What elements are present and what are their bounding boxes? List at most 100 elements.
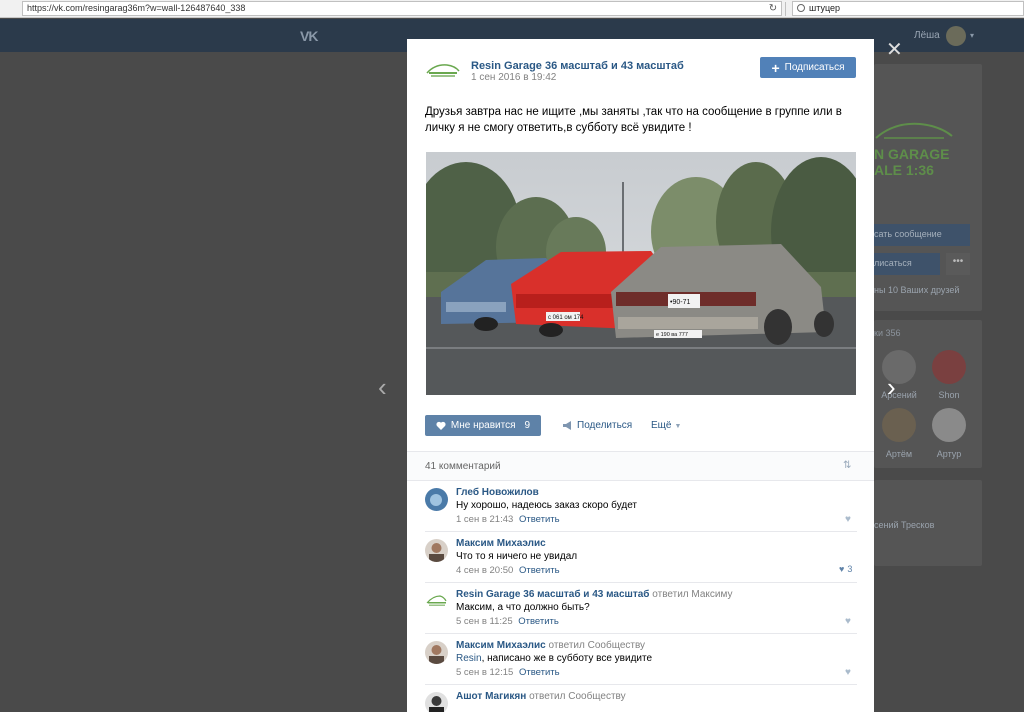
more-label: Ещё: [651, 420, 672, 431]
comment-time[interactable]: 5 сен в 11:25: [456, 616, 513, 627]
subscribers-count[interactable]: ки 356: [874, 328, 900, 338]
group-logo[interactable]: [425, 61, 461, 79]
chevron-right-icon[interactable]: ›: [887, 372, 896, 403]
comment-item: Максим Михаэлис ответил Сообществу Resin…: [425, 634, 857, 685]
subscribe-button[interactable]: + Подписаться: [760, 57, 856, 78]
friend-name[interactable]: Артём: [874, 449, 924, 459]
message-button[interactable]: сать сообщение: [874, 224, 970, 246]
contacts-card-background: сений Тресков: [874, 480, 982, 566]
like-button[interactable]: Мне нравится 9: [425, 415, 541, 436]
header-avatar[interactable]: [946, 26, 966, 46]
reply-link[interactable]: Ответить: [519, 667, 560, 678]
friend-name[interactable]: Арсений: [874, 390, 924, 400]
brand-line-1: N GARAGE: [874, 146, 950, 162]
mention-link[interactable]: Resin: [456, 653, 482, 664]
friend-avatar[interactable]: [932, 408, 966, 442]
comment-meta: 5 сен в 11:25 Ответить: [456, 616, 559, 627]
reply-link[interactable]: Ответить: [519, 514, 560, 525]
comment-author[interactable]: Resin Garage 36 масштаб и 43 масштаб отв…: [456, 589, 732, 600]
comment-author[interactable]: Максим Михаэлис ответил Сообществу: [456, 640, 645, 651]
share-button[interactable]: Поделиться: [562, 420, 632, 431]
reply-link[interactable]: Ответить: [518, 616, 559, 627]
group-name-link[interactable]: Resin Garage 36 масштаб и 43 масштаб: [471, 60, 684, 72]
reply-note: ответил Сообществу: [529, 691, 626, 702]
toolbar-divider: [785, 2, 786, 16]
comment-text: Ну хорошо, надеюсь заказ скоро будет: [456, 500, 638, 511]
group-brand-text: N GARAGE ALE 1:36: [874, 146, 949, 178]
browser-toolbar: https://vk.com/resingarag36m?w=wall-1264…: [0, 0, 1024, 18]
reload-icon[interactable]: ↻: [765, 2, 781, 16]
post-actions: Мне нравится 9 Поделиться Ещё ▼: [425, 415, 857, 437]
subscribe-label: Подписаться: [784, 62, 845, 73]
search-query: штуцер: [809, 3, 841, 13]
car-logo-icon: [875, 122, 953, 139]
avatar[interactable]: [425, 590, 448, 613]
vk-logo[interactable]: VK: [300, 28, 318, 44]
search-icon: [797, 4, 805, 12]
close-icon[interactable]: ✕: [886, 40, 903, 60]
chevron-down-icon[interactable]: ▾: [970, 31, 974, 40]
author-name[interactable]: Ашот Магикян: [456, 691, 526, 702]
header-username[interactable]: Лёша: [914, 30, 940, 41]
comments-count: 41 комментарий: [425, 461, 501, 472]
more-button[interactable]: Ещё ▼: [651, 420, 681, 431]
chevron-left-icon[interactable]: ‹: [378, 372, 387, 403]
browser-search-input[interactable]: штуцер: [792, 1, 1024, 16]
more-options-button[interactable]: •••: [946, 253, 970, 275]
friend-name[interactable]: Артур: [924, 449, 974, 459]
friend-name[interactable]: Shon: [924, 390, 974, 400]
plate-silver: •90-71: [670, 299, 690, 306]
chevron-down-icon: ▼: [674, 423, 682, 430]
plate-silver-2: е 190 ва 777: [656, 332, 688, 338]
post-photo[interactable]: с 061 ом 174 •90-71 е 190 ва 777: [426, 152, 856, 395]
heart-icon[interactable]: ♥: [845, 514, 851, 525]
sort-icon[interactable]: ⇅: [843, 460, 851, 471]
heart-icon: [436, 421, 446, 430]
comment-time[interactable]: 5 сен в 12:15: [456, 667, 513, 678]
comment-like-button[interactable]: ♥ 3: [839, 564, 852, 574]
author-name[interactable]: Resin Garage 36 масштаб и 43 масштаб: [456, 589, 649, 600]
heart-icon[interactable]: ♥: [845, 667, 851, 678]
friend-avatar[interactable]: [932, 350, 966, 384]
comment-item: Глеб Новожилов Ну хорошо, надеюсь заказ …: [425, 481, 857, 532]
avatar[interactable]: [425, 488, 448, 511]
comment-text: Что то я ничего не увидал: [456, 551, 578, 562]
comment-meta: 4 сен в 20:50 Ответить: [456, 565, 560, 576]
comment-like-count: 3: [847, 564, 853, 574]
avatar[interactable]: [425, 641, 448, 664]
comment-author[interactable]: Глеб Новожилов: [456, 487, 539, 498]
comment-author[interactable]: Максим Михаэлис: [456, 538, 546, 549]
reply-note: ответил Сообществу: [548, 640, 646, 651]
author-name[interactable]: Максим Михаэлис: [456, 538, 546, 549]
like-count: 9: [524, 420, 531, 431]
group-card-background: N GARAGE ALE 1:36 сать сообщение лисатьс…: [874, 64, 982, 311]
heart-icon[interactable]: ♥: [845, 616, 851, 627]
avatar[interactable]: [425, 539, 448, 562]
comments-header: 41 комментарий ⇅: [407, 451, 874, 481]
heart-icon: ♥: [839, 564, 845, 574]
contact-name[interactable]: сений Тресков: [874, 520, 934, 530]
friends-subscribed-text[interactable]: ны 10 Ваших друзей: [874, 285, 959, 295]
comment-item: Ашот Магикян ответил Сообществу: [425, 685, 857, 712]
comment-meta: 5 сен в 12:15 Ответить: [456, 667, 560, 678]
comment-time[interactable]: 4 сен в 20:50: [456, 565, 513, 576]
avatar[interactable]: [425, 692, 448, 712]
friend-avatar[interactable]: [882, 408, 916, 442]
megaphone-icon: [563, 421, 571, 430]
post-date[interactable]: 1 сен 2016 в 19:42: [471, 72, 556, 83]
comment-text: Максим, а что должно быть?: [456, 602, 590, 613]
author-name[interactable]: Максим Михаэлис: [456, 640, 546, 651]
like-label: Мне нравится: [450, 420, 516, 431]
comment-text-body: , написано же в субботу все увидите: [481, 653, 653, 664]
comment-meta: 1 сен в 21:43 Ответить: [456, 514, 560, 525]
author-name[interactable]: Глеб Новожилов: [456, 487, 539, 498]
subscribe-bg-button[interactable]: лисаться: [874, 253, 940, 275]
plate-red: с 061 ом 174: [548, 315, 584, 321]
address-bar[interactable]: https://vk.com/resingarag36m?w=wall-1264…: [22, 1, 782, 16]
comment-text: Resin, написано же в субботу все увидите: [456, 653, 652, 664]
comment-time[interactable]: 1 сен в 21:43: [456, 514, 513, 525]
comment-author[interactable]: Ашот Магикян ответил Сообществу: [456, 691, 626, 702]
comment-item: Максим Михаэлис Что то я ничего не увида…: [425, 532, 857, 583]
brand-line-2: ALE 1:36: [874, 162, 934, 178]
reply-link[interactable]: Ответить: [519, 565, 560, 576]
